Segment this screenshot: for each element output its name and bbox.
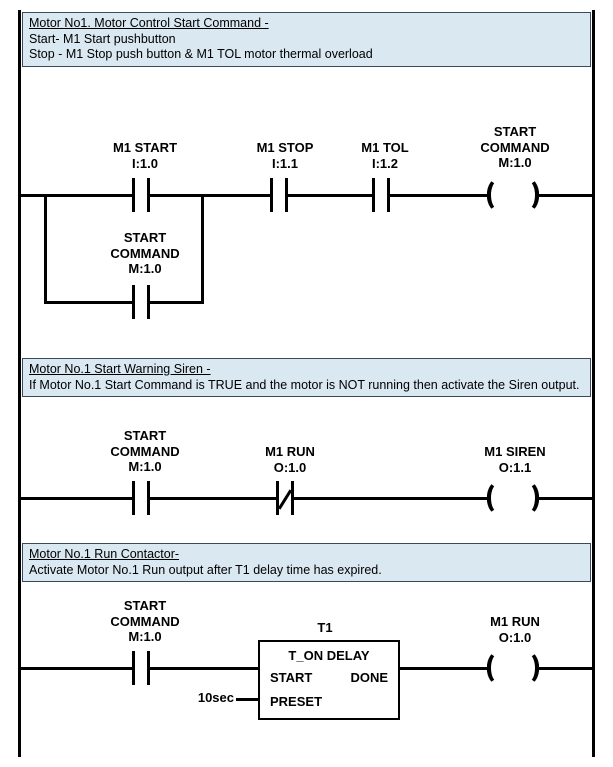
timer-input-label: START xyxy=(270,670,312,685)
rung1-comment-line1: Start- M1 Start pushbutton xyxy=(29,32,176,46)
rung2-comment-body: If Motor No.1 Start Command is TRUE and … xyxy=(29,378,580,392)
wire xyxy=(400,667,490,670)
rung2-comment: Motor No.1 Start Warning Siren - If Moto… xyxy=(22,358,591,397)
wire xyxy=(201,194,204,304)
rung3-e1-label: START COMMAND M:1.0 xyxy=(90,598,200,645)
rung1-comment-line2: Stop - M1 Stop push button & M1 TOL moto… xyxy=(29,47,373,61)
wire xyxy=(21,667,132,670)
rung1-comment: Motor No1. Motor Control Start Command -… xyxy=(22,12,591,67)
wire xyxy=(536,497,592,500)
rung3-comment-body: Activate Motor No.1 Run output after T1 … xyxy=(29,563,382,577)
wire xyxy=(536,667,592,670)
no-contact-icon xyxy=(270,180,288,210)
power-rail-left xyxy=(18,10,21,757)
no-contact-icon xyxy=(132,483,150,513)
rung1-comment-title: Motor No1. Motor Control Start Command - xyxy=(29,16,269,30)
ladder-diagram: Motor No1. Motor Control Start Command -… xyxy=(0,0,613,767)
wire xyxy=(294,497,490,500)
wire xyxy=(21,194,132,197)
rung1-out-label: START COMMAND M:1.0 xyxy=(460,124,570,171)
wire xyxy=(150,301,204,304)
wire xyxy=(44,194,47,304)
wire xyxy=(536,194,592,197)
rung1-e3-label: M1 TOL I:1.2 xyxy=(340,140,430,171)
rung2-e1-label: START COMMAND M:1.0 xyxy=(90,428,200,475)
wire xyxy=(150,497,276,500)
rung1-branch-label: START COMMAND M:1.0 xyxy=(90,230,200,277)
rung3-comment-title: Motor No.1 Run Contactor- xyxy=(29,547,179,561)
coil-icon xyxy=(490,178,536,212)
wire xyxy=(150,667,258,670)
rung3-comment: Motor No.1 Run Contactor- Activate Motor… xyxy=(22,543,591,582)
no-contact-icon xyxy=(372,180,390,210)
wire xyxy=(236,698,258,701)
timer-type: T_ON DELAY xyxy=(288,648,369,663)
no-contact-icon xyxy=(132,653,150,683)
timer-output-label: DONE xyxy=(350,670,388,685)
rung1-e1-label: M1 START I:1.0 xyxy=(90,140,200,171)
power-rail-right xyxy=(592,10,595,757)
timer-block: T_ON DELAY START DONE PRESET xyxy=(258,640,400,720)
coil-icon xyxy=(490,651,536,685)
no-contact-icon xyxy=(132,180,150,210)
wire xyxy=(44,301,132,304)
no-contact-icon xyxy=(132,287,150,317)
wire xyxy=(288,194,372,197)
coil-icon xyxy=(490,481,536,515)
wire xyxy=(150,194,270,197)
timer-preset-value: 10sec xyxy=(182,690,234,705)
rung2-e2-label: M1 RUN O:1.0 xyxy=(240,444,340,475)
wire xyxy=(21,497,132,500)
wire xyxy=(390,194,490,197)
rung2-out-label: M1 SIREN O:1.1 xyxy=(460,444,570,475)
rung3-timer-name: T1 xyxy=(265,620,385,636)
rung2-comment-title: Motor No.1 Start Warning Siren - xyxy=(29,362,211,376)
timer-preset-label: PRESET xyxy=(270,694,322,709)
rung3-out-label: M1 RUN O:1.0 xyxy=(460,614,570,645)
nc-contact-icon xyxy=(276,483,294,513)
rung1-e2-label: M1 STOP I:1.1 xyxy=(240,140,330,171)
